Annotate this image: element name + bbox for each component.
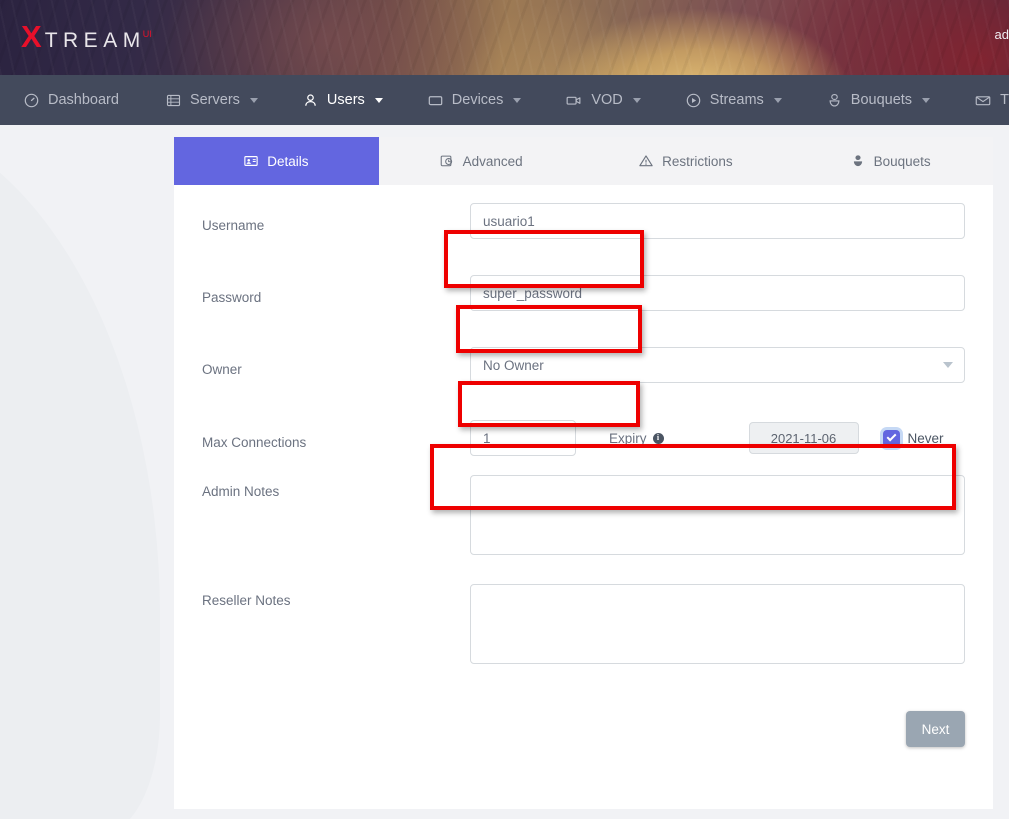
next-button[interactable]: Next (906, 711, 965, 747)
nav-item-bouquets[interactable]: Bouquets (827, 75, 930, 125)
field-reseller-notes-wrap (470, 584, 965, 669)
form-tabs: Details Advanced Restrictions (174, 137, 993, 185)
username-input[interactable] (470, 203, 965, 239)
nav-label-bouquets: Bouquets (851, 92, 912, 108)
form-row-reseller-notes: Reseller Notes (174, 584, 993, 693)
field-username-wrap (470, 203, 965, 239)
page-body: Details Advanced Restrictions (0, 125, 1009, 819)
server-icon (166, 93, 181, 108)
max-connections-controls: Expiry i 2021-11-06 Never (470, 420, 965, 456)
form-row-max-connections: Max Connections Expiry i 2021-11-06 (174, 401, 993, 475)
tab-bouquets[interactable]: Bouquets (788, 137, 993, 185)
video-icon (566, 93, 582, 108)
background-decoration (0, 125, 160, 819)
nav-item-servers[interactable]: Servers (166, 75, 258, 125)
form-row-owner: Owner (174, 329, 993, 401)
tab-advanced[interactable]: Advanced (379, 137, 584, 185)
nav-item-devices[interactable]: Devices (428, 75, 522, 125)
chevron-down-icon (943, 362, 953, 368)
label-password: Password (202, 281, 470, 305)
nav-label-dashboard: Dashboard (48, 92, 119, 108)
nav-item-vod[interactable]: VOD (566, 75, 640, 125)
app-logo[interactable]: X TREAM UI (21, 21, 152, 53)
envelope-icon (975, 93, 991, 108)
gauge-icon (24, 93, 39, 108)
field-owner-wrap (470, 347, 965, 383)
tab-details[interactable]: Details (174, 137, 379, 185)
never-label: Never (908, 431, 944, 446)
field-password-wrap (470, 275, 965, 311)
label-max-connections: Max Connections (202, 426, 470, 450)
logo-x-mark: X (21, 21, 42, 52)
nav-item-streams[interactable]: Streams (686, 75, 782, 125)
owner-select[interactable] (470, 347, 965, 383)
id-card-icon (244, 154, 258, 168)
play-icon (686, 93, 701, 108)
tab-label-bouquets: Bouquets (874, 154, 931, 169)
form-row-admin-notes: Admin Notes (174, 475, 993, 584)
nav-item-tickets[interactable]: Tickets (975, 75, 1009, 125)
nav-item-users[interactable]: Users (303, 75, 383, 125)
expiry-date-field[interactable]: 2021-11-06 (749, 422, 859, 454)
chevron-down-icon (774, 98, 782, 103)
form-row-username: Username (174, 185, 993, 257)
nav-label-devices: Devices (452, 92, 504, 108)
field-admin-notes-wrap (470, 475, 965, 560)
chevron-down-icon (513, 98, 521, 103)
chevron-down-icon (250, 98, 258, 103)
never-checkbox-group[interactable]: Never (883, 430, 944, 447)
chevron-down-icon (375, 98, 383, 103)
tab-restrictions[interactable]: Restrictions (584, 137, 789, 185)
form-row-password: Password (174, 257, 993, 329)
label-reseller-notes: Reseller Notes (202, 584, 470, 608)
nav-label-streams: Streams (710, 92, 764, 108)
label-admin-notes: Admin Notes (202, 475, 470, 499)
admin-notes-textarea[interactable] (470, 475, 965, 555)
tab-label-advanced: Advanced (463, 154, 523, 169)
chevron-down-icon (633, 98, 641, 103)
tab-label-details: Details (267, 154, 308, 169)
tab-label-restrictions: Restrictions (662, 154, 733, 169)
nav-item-dashboard[interactable]: Dashboard (24, 75, 119, 125)
password-input[interactable] (470, 275, 965, 311)
logo-wordmark: TREAM (45, 29, 146, 53)
label-username: Username (202, 209, 470, 233)
logo-superscript: UI (143, 29, 152, 39)
chevron-down-icon (922, 98, 930, 103)
label-expiry: Expiry (609, 431, 647, 446)
max-connections-input[interactable] (470, 420, 576, 456)
reseller-notes-textarea[interactable] (470, 584, 965, 664)
field-max-connections-wrap: Expiry i 2021-11-06 Never (470, 420, 965, 456)
never-checkbox[interactable] (883, 430, 900, 447)
nav-label-users: Users (327, 92, 365, 108)
nav-label-tickets: Tickets (1000, 92, 1009, 108)
nav-label-vod: VOD (591, 92, 622, 108)
check-icon (886, 432, 896, 442)
bouquet-icon (851, 154, 865, 168)
bouquet-icon (827, 93, 842, 108)
expiry-label-group: Expiry i (609, 431, 664, 446)
details-form: Username Password Owner (174, 185, 993, 747)
owner-select-wrap[interactable] (470, 347, 965, 383)
settings-icon (440, 154, 454, 168)
device-icon (428, 93, 443, 108)
warning-icon (639, 154, 653, 168)
user-icon (303, 93, 318, 108)
app-root: X TREAM UI ad Dashboard Servers Users (0, 0, 1009, 819)
nav-label-servers: Servers (190, 92, 240, 108)
form-footer: Next (174, 693, 993, 747)
header-banner: X TREAM UI ad (0, 0, 1009, 75)
user-form-card: Details Advanced Restrictions (174, 137, 993, 809)
label-owner: Owner (202, 353, 470, 377)
header-username[interactable]: ad (995, 27, 1009, 42)
info-icon[interactable]: i (653, 433, 664, 444)
main-navigation: Dashboard Servers Users Devices (0, 75, 1009, 125)
